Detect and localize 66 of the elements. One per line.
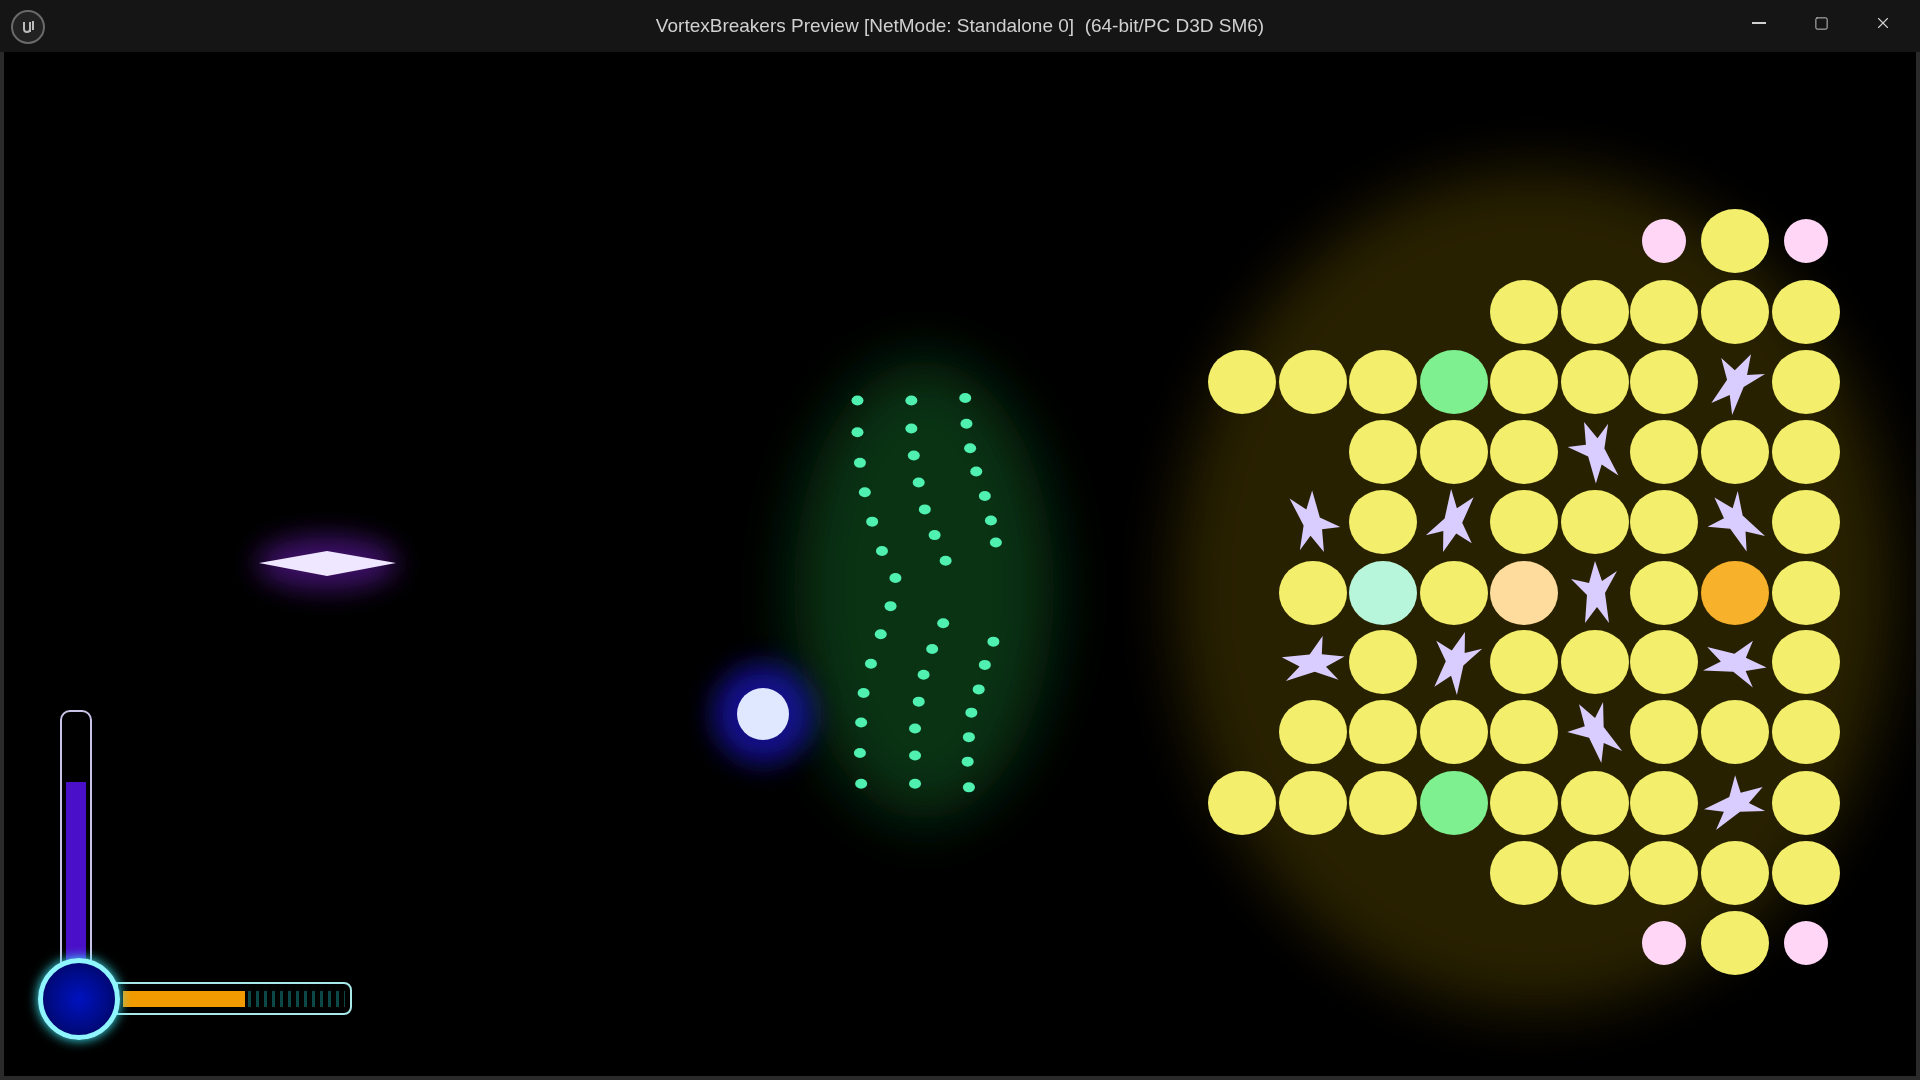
- brick: [1630, 771, 1698, 835]
- brick: [1349, 630, 1417, 694]
- brick: [1701, 700, 1769, 764]
- brick: [1701, 420, 1769, 484]
- brick: [1349, 700, 1417, 764]
- brick: [1772, 771, 1840, 835]
- brick: [1784, 219, 1828, 263]
- brick: [1561, 630, 1629, 694]
- brick: [1349, 350, 1417, 414]
- brick: [1772, 420, 1840, 484]
- brick: [1561, 771, 1629, 835]
- brick: [1772, 350, 1840, 414]
- brick: [1630, 630, 1698, 694]
- brick: [1490, 561, 1558, 625]
- brick: [1561, 841, 1629, 905]
- brick: [1208, 771, 1276, 835]
- brick: [1772, 280, 1840, 344]
- brick: [1630, 280, 1698, 344]
- brick: [1420, 350, 1488, 414]
- brick: [1279, 700, 1347, 764]
- brick: [1701, 209, 1769, 273]
- brick: [1279, 771, 1347, 835]
- brick: [1490, 771, 1558, 835]
- brick: [1279, 561, 1347, 625]
- brick: [1490, 490, 1558, 554]
- brick: [1784, 921, 1828, 965]
- brick: [1772, 841, 1840, 905]
- brick: [1642, 921, 1686, 965]
- brick: [1772, 490, 1840, 554]
- brick: [1772, 561, 1840, 625]
- brick: [1490, 280, 1558, 344]
- brick: [1630, 841, 1698, 905]
- brick: [1420, 771, 1488, 835]
- brick: [1490, 841, 1558, 905]
- minimize-icon: [1752, 22, 1766, 24]
- brick: [1630, 490, 1698, 554]
- brick: [1490, 420, 1558, 484]
- brick: [1642, 219, 1686, 263]
- logo-icon: [11, 10, 45, 44]
- brick: [1279, 350, 1347, 414]
- brick: [1420, 561, 1488, 625]
- brick: [1349, 420, 1417, 484]
- brick: [1630, 700, 1698, 764]
- brick: [1420, 700, 1488, 764]
- brick: [1349, 561, 1417, 625]
- brick: [1420, 420, 1488, 484]
- brick: [1561, 280, 1629, 344]
- brick: [1208, 350, 1276, 414]
- brick: [1701, 841, 1769, 905]
- brick: [1701, 280, 1769, 344]
- maximize-icon: [1813, 15, 1829, 31]
- brick: [1490, 630, 1558, 694]
- brick: [1630, 420, 1698, 484]
- brick: [1630, 561, 1698, 625]
- brick: [1349, 490, 1417, 554]
- brick: [1772, 630, 1840, 694]
- brick: [1630, 350, 1698, 414]
- brick: [1561, 350, 1629, 414]
- brick: [1561, 490, 1629, 554]
- brick: [1701, 561, 1769, 625]
- brick: [1349, 771, 1417, 835]
- brick: [1701, 911, 1769, 975]
- brick: [1772, 700, 1840, 764]
- brick: [1490, 700, 1558, 764]
- brick: [1490, 350, 1558, 414]
- window-title: VortexBreakers Preview [NetMode: Standalone 0] (64-bit/PC D3D SM6): [655, 13, 1265, 38]
